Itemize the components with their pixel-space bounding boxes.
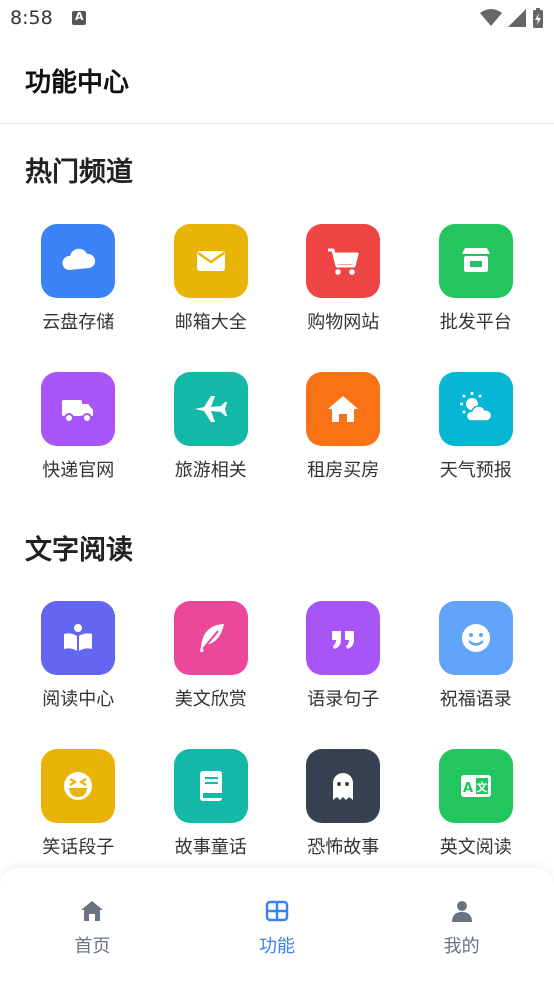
nav-label: 首页 (74, 936, 111, 957)
tile-label: 快递官网 (42, 460, 115, 481)
book-reader-icon (41, 601, 116, 675)
tile-label: 美文欣赏 (174, 689, 247, 710)
nav-label: 功能 (258, 936, 295, 957)
home-icon (79, 898, 105, 928)
tile-label: 邮箱大全 (174, 312, 247, 333)
storybook-icon (173, 749, 248, 823)
battery-icon (533, 8, 543, 28)
tile-label: 云盘存储 (42, 312, 115, 333)
quote-icon (306, 601, 381, 675)
tile-label: 旅游相关 (174, 460, 247, 481)
status-bar: 8:58 (0, 0, 554, 40)
page-title: 功能中心 (25, 68, 130, 98)
tile-cloud[interactable]: 云盘存储 (12, 224, 145, 372)
nav-item-grid[interactable]: 功能 (217, 868, 337, 984)
tile-label: 批发平台 (439, 312, 512, 333)
tile-label: 恐怖故事 (307, 837, 380, 858)
plane-icon (173, 372, 248, 446)
nav-item-home[interactable]: 首页 (32, 868, 152, 984)
translate-icon: A文 (438, 749, 513, 823)
bottom-nav: 首页 功能 我的 (0, 868, 554, 984)
tile-smile[interactable]: 祝福语录 (410, 601, 543, 749)
tile-mail[interactable]: 邮箱大全 (145, 224, 278, 372)
tile-label: 英文阅读 (439, 837, 512, 858)
app-header: 功能中心 (0, 40, 554, 124)
tile-truck[interactable]: 快递官网 (12, 372, 145, 520)
tile-label: 笑话段子 (42, 837, 115, 858)
ghost-icon (306, 749, 381, 823)
section-title-reading: 文字阅读 (25, 535, 133, 566)
truck-icon (41, 372, 116, 446)
feather-icon (173, 601, 248, 675)
cart-icon (306, 224, 381, 298)
laugh-icon (41, 749, 116, 823)
tile-store[interactable]: 批发平台 (410, 224, 543, 372)
tile-label: 祝福语录 (439, 689, 512, 710)
user-icon (449, 898, 475, 928)
house-icon (306, 372, 381, 446)
wifi-icon (480, 9, 502, 26)
signal-icon (508, 9, 526, 27)
tile-label: 阅读中心 (42, 689, 115, 710)
grid-icon (264, 898, 290, 928)
status-time: 8:58 (10, 7, 53, 29)
smile-icon (438, 601, 513, 675)
store-icon (438, 224, 513, 298)
tile-quote[interactable]: 语录句子 (277, 601, 410, 749)
nav-label: 我的 (443, 936, 480, 957)
cloud-icon (41, 224, 116, 298)
svg-text:A: A (463, 781, 473, 796)
tile-feather[interactable]: 美文欣赏 (145, 601, 278, 749)
tile-house[interactable]: 租房买房 (277, 372, 410, 520)
tile-book-reader[interactable]: 阅读中心 (12, 601, 145, 749)
weather-icon (438, 372, 513, 446)
system-icons (480, 8, 544, 28)
tile-label: 购物网站 (307, 312, 380, 333)
nav-item-user[interactable]: 我的 (402, 868, 522, 984)
svg-text:文: 文 (476, 780, 488, 794)
tile-label: 语录句子 (307, 689, 380, 710)
hot-channel-grid: 云盘存储 邮箱大全 购物网站 批发平台快递官网 旅游相关 租房买房 天气预报 (12, 224, 542, 520)
section-title-hot: 热门频道 (25, 157, 133, 188)
tile-plane[interactable]: 旅游相关 (145, 372, 278, 520)
notification-icon (72, 10, 86, 25)
tile-label: 天气预报 (439, 460, 512, 481)
mail-icon (173, 224, 248, 298)
reading-grid: 阅读中心 美文欣赏 语录句子 祝福语录笑话段子 故事童话 恐怖故事 A 文英文阅读 (12, 601, 542, 897)
tile-cart[interactable]: 购物网站 (277, 224, 410, 372)
tile-label: 故事童话 (174, 837, 247, 858)
tile-weather[interactable]: 天气预报 (410, 372, 543, 520)
tile-label: 租房买房 (307, 460, 380, 481)
